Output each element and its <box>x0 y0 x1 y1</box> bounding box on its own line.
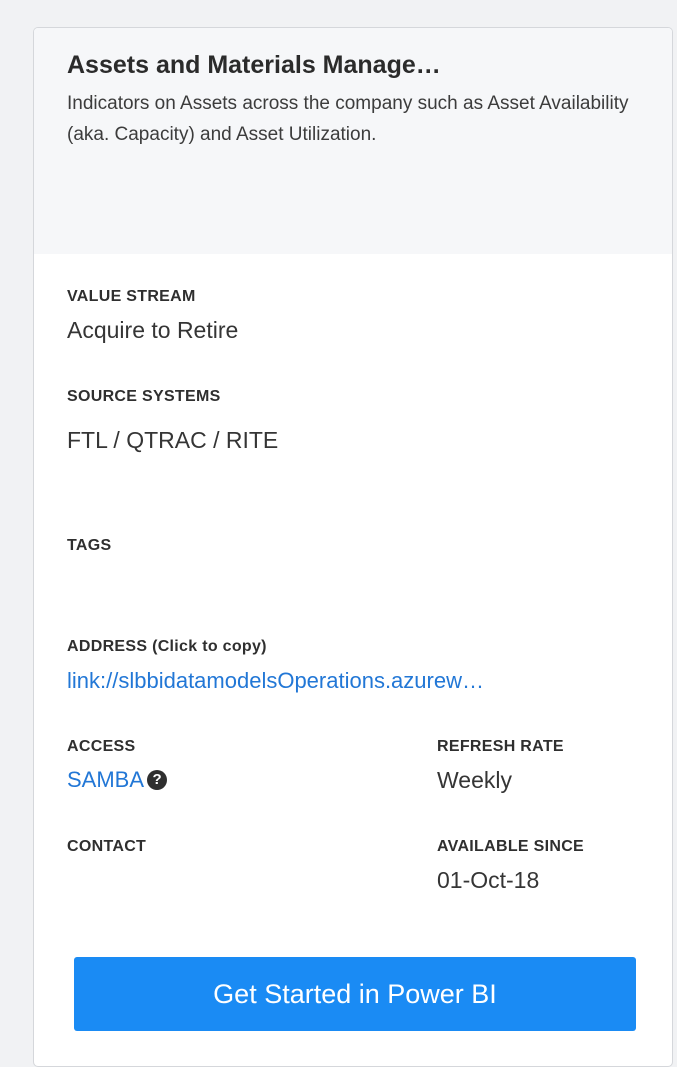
address-label: ADDRESS (Click to copy) <box>67 638 267 655</box>
card-description: Indicators on Assets across the company … <box>67 93 629 145</box>
source-systems-label: SOURCE SYSTEMS <box>67 388 221 405</box>
refresh-rate-label: REFRESH RATE <box>437 738 564 755</box>
question-circle-icon[interactable]: ? <box>147 770 168 790</box>
dataset-card: Assets and Materials Manage… Indicators … <box>33 27 673 1067</box>
get-started-power-bi-button[interactable]: Get Started in Power BI <box>74 957 636 1031</box>
contact-label: CONTACT <box>67 838 147 855</box>
card-header: Assets and Materials Manage… Indicators … <box>34 28 672 254</box>
available-since-label: AVAILABLE SINCE <box>437 838 585 855</box>
value-stream-label: VALUE STREAM <box>67 288 196 305</box>
address-link[interactable]: link://slbbidatamodelsOperations.azurew… <box>67 668 641 694</box>
access-link[interactable]: SAMBA <box>67 767 144 793</box>
available-since-value: 01-Oct-18 <box>437 867 540 893</box>
source-systems-value: FTL / QTRAC / RITE <box>67 427 279 453</box>
value-stream-value: Acquire to Retire <box>67 317 239 343</box>
access-label: ACCESS <box>67 738 136 755</box>
access-value[interactable]: SAMBA ? <box>67 767 168 793</box>
card-title: Assets and Materials Manage… <box>67 51 441 79</box>
refresh-rate-value: Weekly <box>437 767 512 793</box>
tags-label: TAGS <box>67 537 112 554</box>
